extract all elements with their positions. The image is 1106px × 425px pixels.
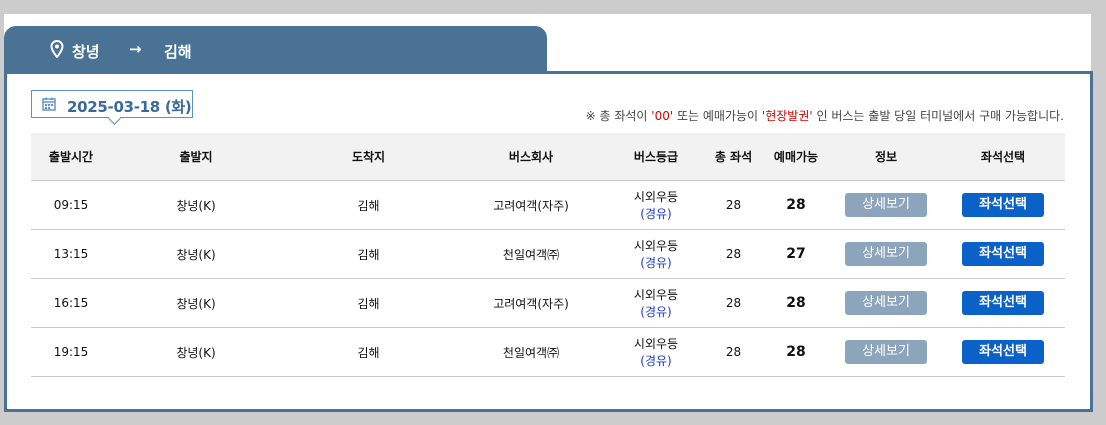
departure-time: 19:15 — [53, 345, 89, 359]
grade-label: 시외우등 — [633, 288, 679, 302]
total-seats: 28 — [725, 198, 742, 212]
route-tab: 창녕 → 김해 — [4, 26, 547, 74]
total-seats: 28 — [725, 247, 742, 261]
grade-label: 시외우등 — [633, 190, 679, 204]
origin: 창녕(K) — [176, 296, 216, 311]
detail-button[interactable]: 상세보기 — [845, 291, 927, 315]
col-total-seats: 총 좌석 — [714, 150, 753, 164]
bus-company: 천일여객㈜ — [502, 247, 560, 262]
origin: 창녕(K) — [176, 247, 216, 262]
col-departure-time: 출발시간 — [48, 150, 94, 164]
destination: 김해 — [357, 198, 380, 213]
grade-via: (경유) — [640, 305, 672, 319]
available-seats: 28 — [786, 295, 806, 311]
notice-suffix: 인 버스는 출발 당일 터미널에서 구매 가능합니다. — [812, 109, 1064, 123]
table-row: 13:15 창녕(K) 김해 천일여객㈜ 시외우등 (경유) 28 27 상세보기… — [31, 230, 1065, 279]
total-seats: 28 — [725, 296, 742, 310]
col-destination: 도착지 — [351, 150, 386, 164]
grade-via: (경유) — [640, 354, 672, 368]
bus-grade: 시외우등 (경유) — [606, 335, 706, 369]
departure-time: 13:15 — [53, 247, 89, 261]
detail-button[interactable]: 상세보기 — [845, 340, 927, 364]
select-seat-button[interactable]: 좌석선택 — [962, 291, 1044, 315]
total-seats: 28 — [725, 345, 742, 359]
select-seat-button[interactable]: 좌석선택 — [962, 242, 1044, 266]
purchase-notice: ※ 총 좌석이 '00' 또는 예매가능이 '현장발권' 인 버스는 출발 당일… — [586, 107, 1064, 124]
departure-time: 09:15 — [53, 198, 89, 212]
grade-via: (경유) — [640, 256, 672, 270]
bus-company: 고려여객(자주) — [493, 296, 569, 311]
destination: 김해 — [357, 247, 380, 262]
route-origin: 창녕 — [72, 43, 100, 61]
bus-grade: 시외우등 (경유) — [606, 237, 706, 271]
arrow-right-icon: → — [129, 40, 142, 58]
date-selector[interactable]: 2025-03-18 (화) — [31, 90, 193, 125]
col-grade: 버스등급 — [633, 150, 679, 164]
grade-label: 시외우등 — [633, 337, 679, 351]
table-row: 09:15 창녕(K) 김해 고려여객(자주) 시외우등 (경유) 28 28 상… — [31, 181, 1065, 230]
notice-zero-seats: '00' — [651, 109, 674, 123]
available-seats: 27 — [786, 246, 806, 262]
destination: 김해 — [357, 296, 380, 311]
select-seat-button[interactable]: 좌석선택 — [962, 193, 1044, 217]
col-company: 버스회사 — [508, 150, 554, 164]
grade-via: (경유) — [640, 207, 672, 221]
col-origin: 출발지 — [179, 150, 213, 164]
selected-date: 2025-03-18 (화) — [67, 98, 192, 116]
schedule-table: 출발시간 출발지 도착지 버스회사 버스등급 총 좌석 예매가능 정보 좌석선택… — [31, 133, 1065, 377]
origin: 창녕(K) — [176, 198, 216, 213]
detail-button[interactable]: 상세보기 — [845, 242, 927, 266]
table-row: 19:15 창녕(K) 김해 천일여객㈜ 시외우등 (경유) 28 28 상세보기… — [31, 328, 1065, 377]
bus-grade: 시외우등 (경유) — [606, 286, 706, 320]
available-seats: 28 — [786, 197, 806, 213]
notice-prefix: ※ 총 좌석이 — [585, 109, 652, 123]
grade-label: 시외우등 — [633, 239, 679, 253]
bus-grade: 시외우등 (경유) — [606, 188, 706, 222]
col-available: 예매가능 — [773, 150, 819, 164]
destination: 김해 — [357, 345, 380, 360]
route-destination: 김해 — [164, 43, 192, 61]
notice-onsite: '현장발권' — [761, 109, 813, 123]
table-row: 16:15 창녕(K) 김해 고려여객(자주) 시외우등 (경유) 28 28 상… — [31, 279, 1065, 328]
origin: 창녕(K) — [176, 345, 216, 360]
col-info: 정보 — [874, 150, 898, 164]
col-seat-select: 좌석선택 — [980, 150, 1026, 164]
notice-middle: 또는 예매가능이 — [673, 109, 762, 123]
detail-button[interactable]: 상세보기 — [845, 193, 927, 217]
available-seats: 28 — [786, 344, 806, 360]
bus-company: 고려여객(자주) — [493, 198, 569, 213]
calendar-icon — [42, 97, 56, 111]
departure-time: 16:15 — [53, 296, 89, 310]
bus-company: 천일여객㈜ — [502, 345, 560, 360]
table-header: 출발시간 출발지 도착지 버스회사 버스등급 총 좌석 예매가능 정보 좌석선택 — [31, 133, 1065, 181]
location-pin-icon — [50, 40, 64, 58]
select-seat-button[interactable]: 좌석선택 — [962, 340, 1044, 364]
